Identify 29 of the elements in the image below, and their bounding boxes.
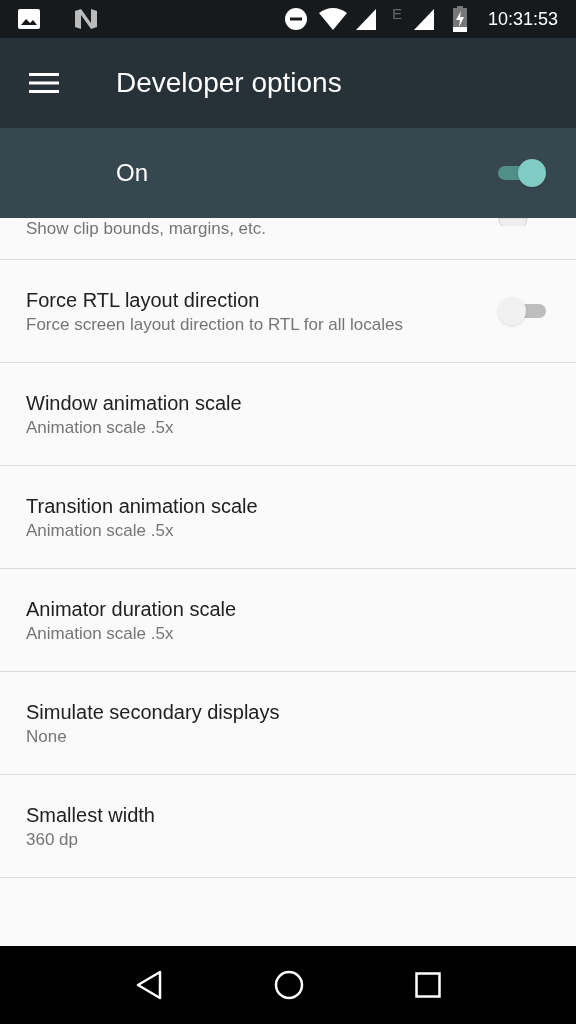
wifi-icon (317, 7, 348, 31)
back-icon[interactable] (135, 970, 164, 1000)
setting-summary: Force screen layout direction to RTL for all locales (26, 314, 404, 336)
signal-icon (411, 7, 436, 31)
setting-summary: 360 dp (26, 829, 79, 851)
setting-title: Window animation scale (26, 391, 243, 416)
network-type: E (391, 4, 402, 24)
setting-summary: None (26, 726, 68, 748)
setting-summary: Animation scale .5x (26, 520, 175, 542)
do-not-disturb-icon (283, 7, 308, 31)
master-switch-label: On (116, 158, 149, 188)
setting-title: Animator duration scale (26, 597, 238, 622)
clock-time: 10:31:53 (487, 7, 558, 31)
setting-summary: Animation scale .5x (26, 417, 175, 439)
setting-title: Force RTL layout direction (26, 288, 261, 313)
image-icon (18, 9, 40, 29)
setting-title: Smallest width (26, 803, 156, 828)
n-logo-icon (74, 8, 98, 30)
battery-charging-icon (451, 6, 468, 32)
menu-icon[interactable] (29, 73, 59, 93)
setting-summary: Show clip bounds, margins, etc. (26, 219, 267, 239)
setting-title: Transition animation scale (26, 494, 259, 519)
recents-icon[interactable] (414, 972, 441, 998)
home-icon[interactable] (274, 970, 304, 1000)
screen-title: Developer options (116, 66, 342, 100)
signal-icon (353, 7, 378, 31)
toggle-switch-edge[interactable] (498, 218, 528, 226)
setting-summary: Animation scale .5x (26, 623, 175, 645)
setting-title: Simulate secondary displays (26, 700, 281, 725)
